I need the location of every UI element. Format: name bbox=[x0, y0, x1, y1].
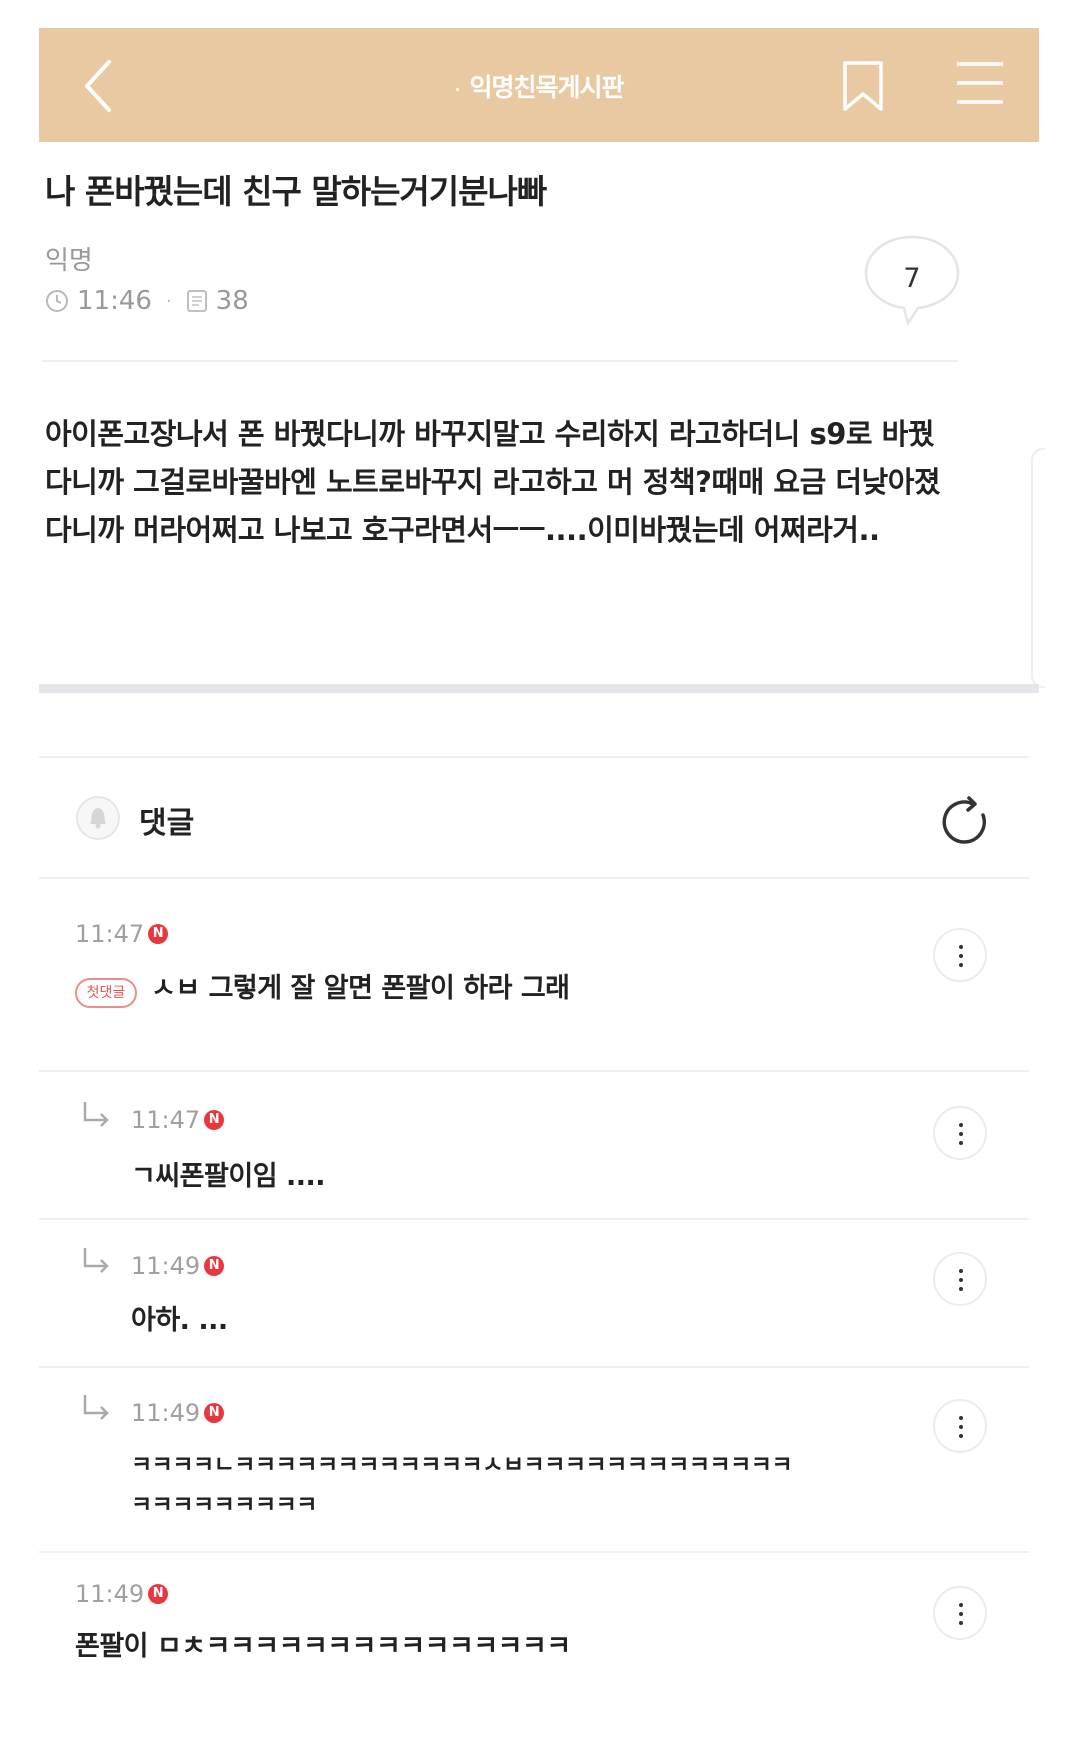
comment-time: 11:49 N bbox=[75, 1580, 169, 1608]
meta-separator: · bbox=[165, 290, 172, 312]
post-title: 나 폰바꿨는데 친구 말하는거기분나빠 bbox=[45, 172, 547, 211]
comment-text: ㅅㅂ 그렇게 잘 알면 폰팔이 하라 그래 bbox=[151, 973, 570, 1004]
comment-time: 11:47 N bbox=[75, 920, 169, 948]
comment-time-text: 11:47 bbox=[131, 1106, 201, 1134]
post-views: 38 bbox=[215, 286, 249, 316]
bookmark-icon[interactable] bbox=[841, 60, 885, 112]
reply-arrow-icon bbox=[83, 1102, 109, 1127]
side-handle bbox=[1031, 448, 1045, 688]
menu-icon[interactable] bbox=[955, 60, 1005, 106]
clock-icon bbox=[46, 290, 68, 312]
comment-text: 폰팔이 ㅁㅊㅋㅋㅋㅋㅋㅋㅋㅋㅋㅋㅋㅋㅋㅋㅋ bbox=[75, 1631, 571, 1662]
app-frame: · 익명친목게시판 bbox=[39, 28, 1039, 142]
post-time: 11:46 bbox=[77, 286, 152, 316]
comment-text-line2: ㅋㅋㅋㅋㅋㅋㅋㅋㅋ bbox=[131, 1492, 317, 1518]
new-badge: N bbox=[148, 924, 169, 944]
comment-text-line1: ㅋㅋㅋㅋㄴㅋㅋㅋㅋㅋㅋㅋㅋㅋㅋㅋㅋㅅㅂㅋㅋㅋㅋㅋㅋㅋㅋㅋㅋㅋㅋㅋ bbox=[131, 1452, 793, 1478]
more-vertical-icon[interactable] bbox=[933, 1399, 987, 1453]
divider bbox=[39, 877, 1029, 879]
document-icon bbox=[186, 290, 207, 312]
new-badge: N bbox=[204, 1256, 225, 1276]
comment-time: 11:49 N bbox=[131, 1252, 225, 1280]
divider bbox=[39, 1551, 1029, 1553]
new-badge: N bbox=[204, 1403, 225, 1423]
comments-title: 댓글 bbox=[139, 806, 195, 841]
board-title-text: 익명친목게시판 bbox=[469, 73, 625, 102]
bell-icon[interactable] bbox=[75, 795, 121, 841]
divider bbox=[39, 1070, 1029, 1072]
more-vertical-icon[interactable] bbox=[933, 1106, 987, 1160]
post-author: 익명 bbox=[45, 246, 93, 276]
top-bar: · 익명친목게시판 bbox=[39, 28, 1039, 142]
more-vertical-icon[interactable] bbox=[933, 928, 987, 982]
comment-time-text: 11:49 bbox=[131, 1252, 201, 1280]
comment-time-text: 11:49 bbox=[131, 1399, 201, 1427]
post-meta: 11:46 · 38 bbox=[45, 286, 249, 316]
comment-time-text: 11:49 bbox=[75, 1580, 145, 1608]
comment-count: 7 bbox=[903, 263, 921, 294]
more-vertical-icon[interactable] bbox=[933, 1252, 987, 1306]
comment-count-button[interactable]: 7 bbox=[862, 233, 962, 327]
board-title: · 익명친목게시판 bbox=[39, 68, 1039, 104]
comment-time-text: 11:47 bbox=[75, 920, 145, 948]
divider bbox=[39, 1218, 1029, 1220]
divider bbox=[42, 360, 958, 362]
comment-text: 아하. ... bbox=[131, 1305, 228, 1336]
comment-text: ㄱ씨폰팔이임 .... bbox=[131, 1161, 325, 1192]
post-body: 아이폰고장나서 폰 바꿨다니까 바꾸지말고 수리하지 라고하더니 s9로 바꿨다… bbox=[45, 417, 941, 547]
section-separator bbox=[39, 684, 1039, 693]
divider bbox=[39, 1366, 1029, 1368]
first-comment-badge: 첫댓글 bbox=[75, 978, 137, 1008]
new-badge: N bbox=[148, 1584, 169, 1604]
title-dot: · bbox=[454, 79, 460, 99]
new-badge: N bbox=[204, 1110, 225, 1130]
reply-arrow-icon bbox=[83, 1248, 109, 1273]
comment-time: 11:49 N bbox=[131, 1399, 225, 1427]
refresh-icon[interactable] bbox=[939, 795, 993, 849]
divider bbox=[39, 756, 1029, 758]
more-vertical-icon[interactable] bbox=[933, 1586, 987, 1640]
reply-arrow-icon bbox=[83, 1395, 109, 1420]
comment-time: 11:47 N bbox=[131, 1106, 225, 1134]
